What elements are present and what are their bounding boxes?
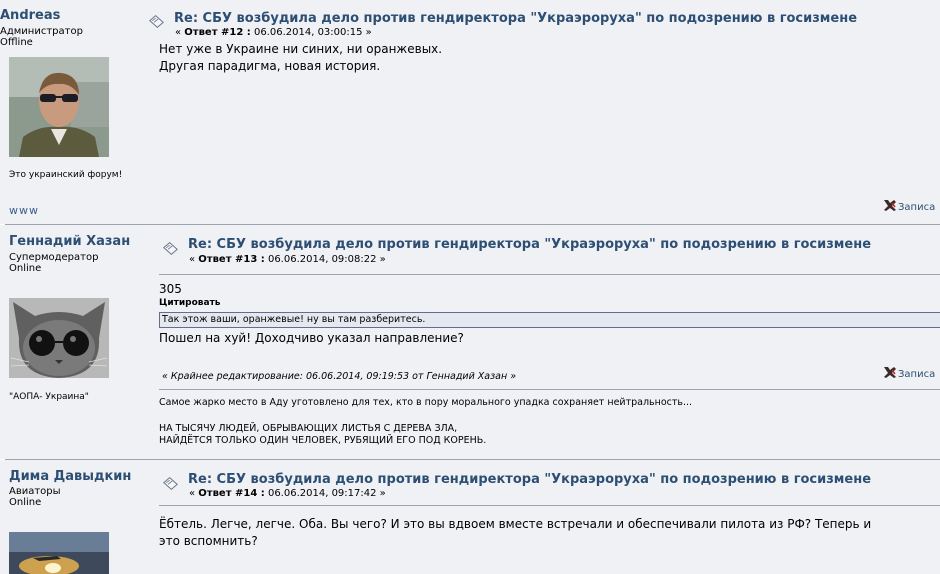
post-icon bbox=[163, 477, 178, 490]
post-meta: « Ответ #13 : 06.06.2014, 09:08:22 » bbox=[189, 254, 386, 265]
avatar bbox=[9, 298, 109, 398]
author-rank: Супермодератор bbox=[9, 252, 99, 263]
author-rank: Авиаторы bbox=[9, 486, 61, 497]
signature-divider bbox=[159, 389, 940, 390]
post-body-line: Ёбтель. Легче, легче. Оба. Вы чего? И эт… bbox=[159, 517, 872, 531]
post-body-line: Другая парадигма, новая история. bbox=[159, 59, 381, 73]
avatar bbox=[9, 532, 109, 574]
reply-number[interactable]: Ответ #13 : bbox=[198, 254, 264, 265]
post-meta: « Ответ #12 : 06.06.2014, 03:00:15 » bbox=[175, 27, 372, 38]
post-body-line: 305 bbox=[159, 282, 182, 296]
post-icon bbox=[163, 242, 178, 255]
post-date: 06.06.2014, 09:08:22 bbox=[267, 254, 377, 265]
reply-number[interactable]: Ответ #14 : bbox=[198, 488, 264, 499]
author-status: Online bbox=[9, 497, 42, 508]
reply-number[interactable]: Ответ #12 : bbox=[184, 27, 250, 38]
post-title[interactable]: Re: СБУ возбудила дело против гендиректо… bbox=[188, 237, 871, 252]
post-body-line: Нет уже в Украине ни синих, ни оранжевых… bbox=[159, 42, 443, 56]
report-label[interactable]: Записа bbox=[898, 202, 935, 213]
post-title[interactable]: Re: СБУ возбудила дело против гендиректо… bbox=[174, 11, 857, 26]
report-icon bbox=[884, 367, 896, 378]
post-13: Геннадий Хазан Супермодератор Online "АО… bbox=[0, 225, 940, 459]
divider bbox=[159, 505, 940, 506]
author-signature-left: Это украинский форум! bbox=[9, 170, 123, 180]
post-meta: « Ответ #14 : 06.06.2014, 09:17:42 » bbox=[189, 488, 386, 499]
author-name[interactable]: Дима Давыдкин bbox=[9, 469, 131, 484]
author-name[interactable]: Геннадий Хазан bbox=[9, 234, 130, 249]
last-edited-note: « Крайнее редактирование: 06.06.2014, 09… bbox=[162, 371, 517, 382]
post-body-line: Пошел на хуй! Доходчиво указал направлен… bbox=[159, 331, 464, 345]
author-signature-left: "АОПА- Украина" bbox=[9, 392, 89, 402]
author-name[interactable]: Andreas bbox=[0, 8, 60, 23]
post-icon bbox=[149, 15, 164, 28]
author-rank: Администратор bbox=[0, 26, 83, 37]
post-date: 06.06.2014, 03:00:15 bbox=[253, 27, 363, 38]
report-label[interactable]: Записа bbox=[898, 369, 935, 380]
divider bbox=[159, 274, 940, 275]
report-link[interactable]: Записа bbox=[882, 198, 935, 213]
signature-line: НАЙДЁТСЯ ТОЛЬКО ОДИН ЧЕЛОВЕК, РУБЯЩИЙ ЕГ… bbox=[159, 435, 487, 446]
post-body-line: это вспомнить? bbox=[159, 534, 258, 548]
post-title[interactable]: Re: СБУ возбудила дело против гендиректо… bbox=[188, 472, 871, 487]
author-status: Offline bbox=[0, 37, 33, 48]
quote-block: Так этож ваши, оранжевые! ну вы там разб… bbox=[159, 312, 940, 328]
author-status: Online bbox=[9, 263, 42, 274]
signature-line: Самое жарко место в Аду уготовлено для т… bbox=[159, 397, 693, 408]
avatar bbox=[9, 57, 109, 157]
report-link[interactable]: Записа bbox=[882, 365, 935, 380]
post-date: 06.06.2014, 09:17:42 bbox=[267, 488, 377, 499]
www-link[interactable]: www bbox=[9, 204, 39, 217]
quote-header: Цитировать bbox=[159, 298, 221, 308]
post-14: Дима Давыдкин Авиаторы Online Re: СБУ во… bbox=[0, 460, 940, 574]
report-icon bbox=[884, 200, 896, 211]
post-12: Andreas Администратор Offline Это украин… bbox=[0, 0, 940, 224]
